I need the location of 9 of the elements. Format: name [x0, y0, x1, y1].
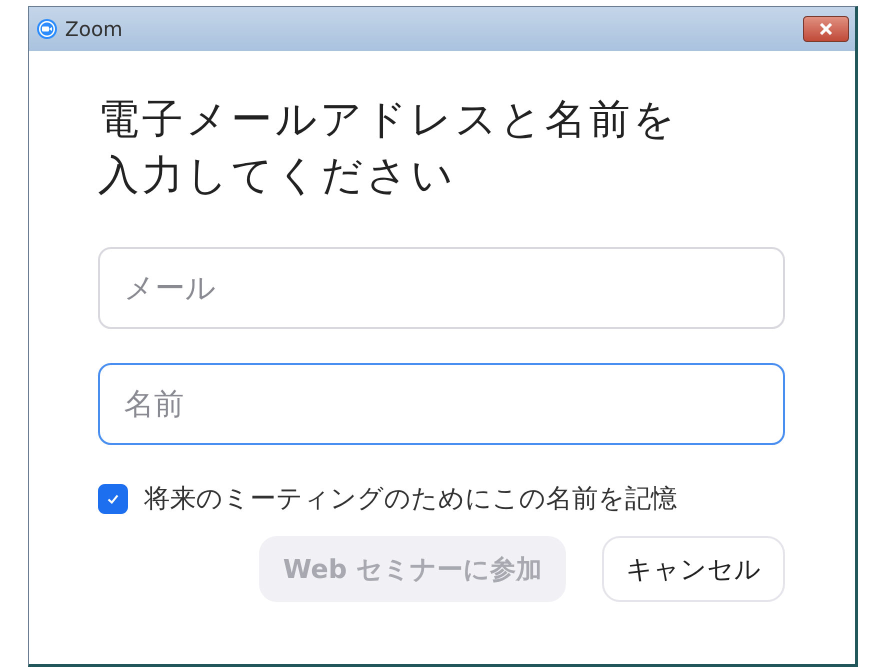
camera-icon [37, 19, 57, 39]
dialog-heading: 電子メールアドレスと名前を入力してください [98, 94, 679, 201]
input-field[interactable]: 名前 [98, 363, 785, 445]
checkbox-label: 将来のミーティングのためにこの名前を記憶 [144, 483, 677, 516]
close-icon [819, 23, 833, 35]
checkbox[interactable] [98, 484, 128, 514]
cancel-button[interactable]: キャンセル [602, 536, 785, 602]
close-button[interactable] [803, 16, 849, 42]
window-title: Zoom [65, 17, 124, 41]
